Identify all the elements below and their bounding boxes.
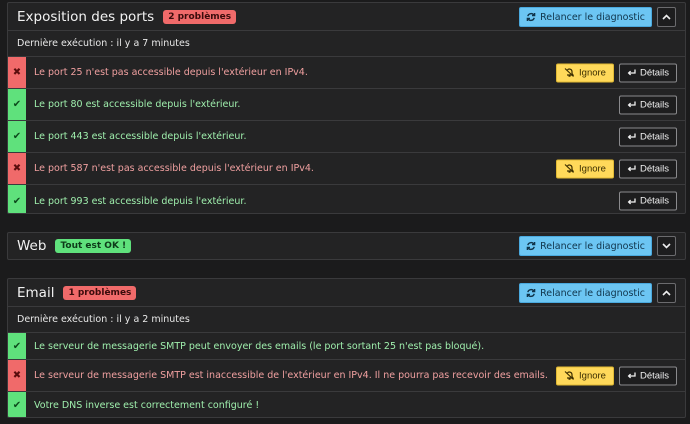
refresh-icon xyxy=(526,241,536,251)
list-item: ✔ Le port 443 est accessible depuis l'ex… xyxy=(8,121,685,153)
bell-slash-icon xyxy=(564,371,575,381)
diagnosis-message: Le port 80 est accessible depuis l'extér… xyxy=(34,99,241,110)
row-actions: Ignore Détails xyxy=(556,159,677,178)
ports-panel-header: Exposition des ports 2 problèmes Relance… xyxy=(8,3,685,31)
return-arrow-icon xyxy=(627,101,636,109)
ports-rerun-label: Relancer le diagnostic xyxy=(540,11,645,23)
times-icon: ✖ xyxy=(8,153,26,184)
refresh-icon xyxy=(526,12,536,22)
check-icon: ✔ xyxy=(8,185,26,213)
check-icon: ✔ xyxy=(8,333,26,359)
list-item: ✖ Le port 25 n'est pas accessible depuis… xyxy=(8,57,685,89)
times-icon: ✖ xyxy=(8,57,26,88)
check-icon: ✔ xyxy=(8,392,26,417)
times-icon: ✖ xyxy=(8,360,26,391)
ignore-label: Ignore xyxy=(579,163,606,174)
return-arrow-icon xyxy=(627,197,636,205)
ignore-label: Ignore xyxy=(579,370,606,381)
ignore-label: Ignore xyxy=(579,67,606,78)
details-label: Détails xyxy=(639,99,669,110)
email-panel: Email 1 problèmes Relancer le diagnostic… xyxy=(7,278,686,418)
web-rerun-label: Relancer le diagnostic xyxy=(540,240,645,252)
row-actions: Ignore Détails xyxy=(556,63,677,82)
list-item: ✔ Le serveur de messagerie SMTP peut env… xyxy=(8,333,685,360)
ports-panel: Exposition des ports 2 problèmes Relance… xyxy=(7,2,686,214)
web-panel-title: Web xyxy=(17,238,47,254)
chevron-up-icon xyxy=(662,14,671,20)
web-status-badge: Tout est OK ! xyxy=(55,239,132,253)
row-actions: Détails xyxy=(618,95,677,114)
diagnosis-message: Le port 587 n'est pas accessible depuis … xyxy=(34,163,314,174)
details-label: Détails xyxy=(639,195,669,207)
web-panel-header: Web Tout est OK ! Relancer le diagnostic xyxy=(8,233,685,259)
chevron-up-icon xyxy=(662,290,671,296)
diagnosis-message: Le port 25 n'est pas accessible depuis l… xyxy=(34,67,308,78)
details-label: Détails xyxy=(639,370,669,381)
bell-slash-icon xyxy=(564,164,575,174)
ports-rerun-button[interactable]: Relancer le diagnostic xyxy=(519,7,652,27)
diagnosis-message: Le serveur de messagerie SMTP peut envoy… xyxy=(34,340,485,352)
check-icon: ✔ xyxy=(8,121,26,152)
diagnosis-message: Le port 993 est accessible depuis l'exté… xyxy=(34,195,247,207)
details-label: Détails xyxy=(639,163,669,174)
bell-slash-icon xyxy=(564,68,575,78)
details-button[interactable]: Détails xyxy=(618,366,677,385)
return-arrow-icon xyxy=(627,165,636,173)
details-label: Détails xyxy=(639,67,669,78)
ports-status-badge: 2 problèmes xyxy=(163,9,237,24)
ignore-button[interactable]: Ignore xyxy=(556,366,614,385)
email-collapse-button[interactable] xyxy=(657,283,676,303)
list-item: ✖ Le serveur de messagerie SMTP est inac… xyxy=(8,360,685,392)
ports-last-run: Dernière exécution : il y a 7 minutes xyxy=(8,31,685,57)
ignore-button[interactable]: Ignore xyxy=(556,63,614,82)
list-item: ✔ Le port 993 est accessible depuis l'ex… xyxy=(8,185,685,213)
return-arrow-icon xyxy=(627,372,636,380)
check-icon: ✔ xyxy=(8,89,26,120)
ports-collapse-button[interactable] xyxy=(657,7,676,27)
row-actions: Ignore Détails xyxy=(556,366,677,385)
details-label: Détails xyxy=(639,131,669,142)
email-last-run: Dernière exécution : il y a 2 minutes xyxy=(8,307,685,333)
list-item: ✔ Le port 80 est accessible depuis l'ext… xyxy=(8,89,685,121)
web-panel: Web Tout est OK ! Relancer le diagnostic xyxy=(7,232,686,260)
chevron-down-icon xyxy=(662,243,671,249)
row-actions: Détails xyxy=(618,127,677,146)
diagnosis-message: Votre DNS inverse est correctement confi… xyxy=(34,399,260,411)
details-button[interactable]: Détails xyxy=(618,63,677,82)
email-status-badge: 1 problèmes xyxy=(63,285,137,300)
return-arrow-icon xyxy=(627,69,636,77)
ports-panel-title: Exposition des ports xyxy=(17,8,155,25)
email-rerun-label: Relancer le diagnostic xyxy=(540,287,645,299)
email-panel-title: Email xyxy=(17,284,55,301)
row-actions: Détails xyxy=(618,191,677,211)
diagnosis-message: Le port 443 est accessible depuis l'exté… xyxy=(34,131,247,142)
web-rerun-button[interactable]: Relancer le diagnostic xyxy=(519,236,652,256)
details-button[interactable]: Détails xyxy=(618,127,677,146)
details-button[interactable]: Détails xyxy=(618,191,677,211)
list-item: ✔ Votre DNS inverse est correctement con… xyxy=(8,392,685,417)
details-button[interactable]: Détails xyxy=(618,159,677,178)
list-item: ✖ Le port 587 n'est pas accessible depui… xyxy=(8,153,685,185)
ignore-button[interactable]: Ignore xyxy=(556,159,614,178)
return-arrow-icon xyxy=(627,133,636,141)
details-button[interactable]: Détails xyxy=(618,95,677,114)
email-rerun-button[interactable]: Relancer le diagnostic xyxy=(519,283,652,303)
web-expand-button[interactable] xyxy=(657,236,676,256)
email-panel-header: Email 1 problèmes Relancer le diagnostic xyxy=(8,279,685,307)
diagnosis-message: Le serveur de messagerie SMTP est inacce… xyxy=(34,370,548,381)
refresh-icon xyxy=(526,288,536,298)
